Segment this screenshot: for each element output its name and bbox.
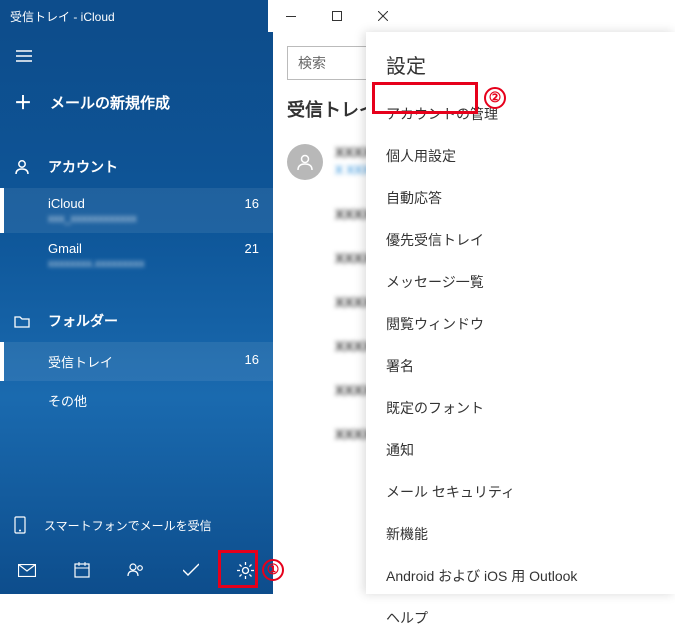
settings-item-outlook[interactable]: Android および iOS 用 Outlook bbox=[366, 555, 675, 597]
settings-item-focused[interactable]: 優先受信トレイ bbox=[366, 219, 675, 261]
accounts-header[interactable]: アカウント bbox=[0, 146, 273, 188]
todo-icon[interactable] bbox=[164, 546, 219, 594]
minimize-button[interactable] bbox=[268, 0, 314, 32]
settings-item-autoreply[interactable]: 自動応答 bbox=[366, 177, 675, 219]
settings-item-msglist[interactable]: メッセージ一覧 bbox=[366, 261, 675, 303]
sidebar: ＋ メールの新規作成 アカウント iCloud16 xxx_xxxxxxxxxx… bbox=[0, 32, 273, 594]
folders-header[interactable]: フォルダー bbox=[0, 300, 273, 342]
annotation-marker-1: ① bbox=[262, 558, 284, 581]
annotation-marker-2: ② bbox=[484, 86, 506, 109]
settings-item-security[interactable]: メール セキュリティ bbox=[366, 471, 675, 513]
titlebar: 受信トレイ - iCloud bbox=[0, 0, 675, 32]
settings-title: 設定 bbox=[366, 32, 675, 93]
settings-item-reading[interactable]: 閲覧ウィンドウ bbox=[366, 303, 675, 345]
phone-promo[interactable]: スマートフォンでメールを受信 bbox=[0, 504, 273, 546]
people-icon[interactable] bbox=[109, 546, 164, 594]
window-title: 受信トレイ - iCloud bbox=[0, 8, 268, 25]
settings-item-font[interactable]: 既定のフォント bbox=[366, 387, 675, 429]
plus-icon: ＋ bbox=[14, 89, 32, 115]
compose-label: メールの新規作成 bbox=[50, 92, 170, 113]
account-gmail[interactable]: Gmail21 xxxxxxxx.xxxxxxxxx bbox=[0, 233, 273, 278]
folder-inbox[interactable]: 受信トレイ 16 bbox=[0, 342, 273, 381]
settings-item-whatsnew[interactable]: 新機能 bbox=[366, 513, 675, 555]
hamburger-icon[interactable] bbox=[0, 32, 48, 80]
calendar-icon[interactable] bbox=[55, 546, 110, 594]
account-icloud[interactable]: iCloud16 xxx_xxxxxxxxxxxx bbox=[0, 188, 273, 233]
bottom-toolbar bbox=[0, 546, 273, 594]
settings-item-help[interactable]: ヘルプ bbox=[366, 597, 675, 639]
settings-panel: 設定 アカウントの管理 個人用設定 自動応答 優先受信トレイ メッセージ一覧 閲… bbox=[366, 32, 675, 594]
folder-other[interactable]: その他 bbox=[0, 381, 273, 420]
close-button[interactable] bbox=[360, 0, 406, 32]
maximize-button[interactable] bbox=[314, 0, 360, 32]
folders-label: フォルダー bbox=[48, 311, 118, 331]
settings-item-personal[interactable]: 個人用設定 bbox=[366, 135, 675, 177]
settings-item-signature[interactable]: 署名 bbox=[366, 345, 675, 387]
settings-item-accounts[interactable]: アカウントの管理 bbox=[366, 93, 675, 135]
compose-button[interactable]: ＋ メールの新規作成 bbox=[0, 80, 273, 124]
accounts-label: アカウント bbox=[48, 157, 118, 177]
mail-icon[interactable] bbox=[0, 546, 55, 594]
settings-item-notify[interactable]: 通知 bbox=[366, 429, 675, 471]
avatar-icon bbox=[287, 144, 323, 180]
